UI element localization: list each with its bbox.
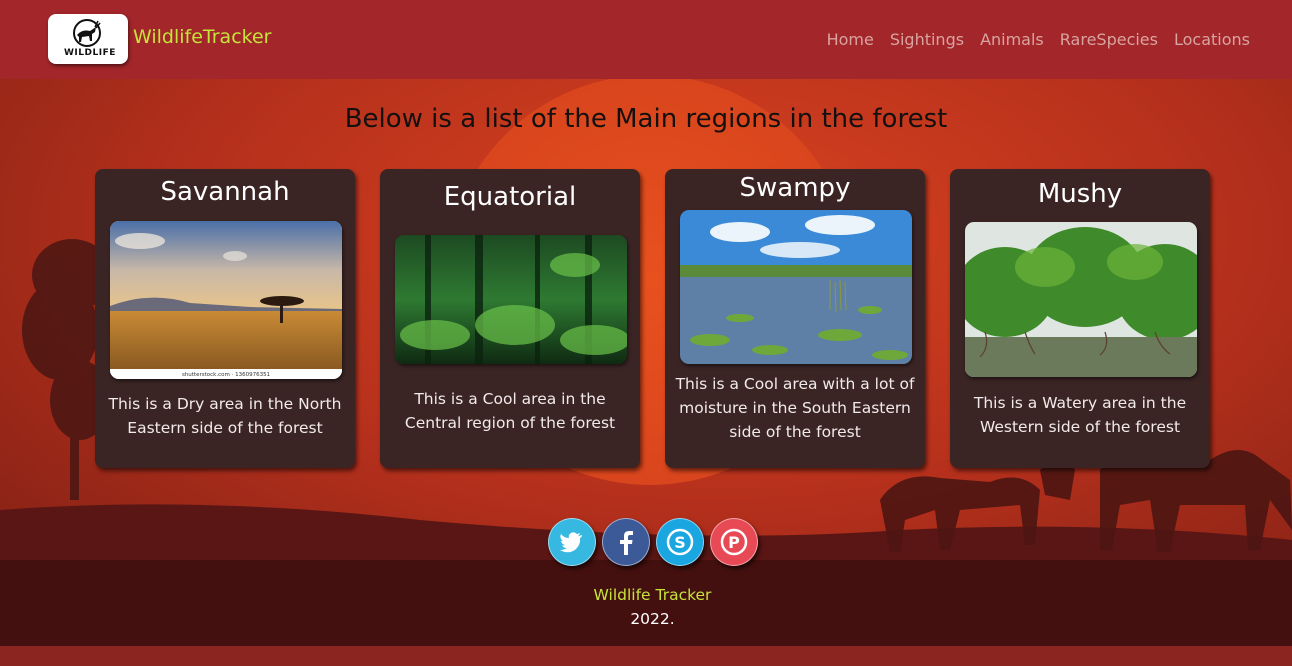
- twitter-icon[interactable]: [548, 518, 596, 566]
- pinterest-icon[interactable]: P: [710, 518, 758, 566]
- region-card-savannah: Savannah shutterstock.com · 1360976351 T…: [95, 169, 355, 468]
- logo[interactable]: WILDLIFE: [48, 14, 128, 64]
- footer-name[interactable]: Wildlife Tracker: [0, 586, 1292, 604]
- nav-locations[interactable]: Locations: [1174, 30, 1250, 49]
- card-description: This is a Dry area in the North Eastern …: [108, 395, 342, 437]
- antelope-logo-icon: [73, 19, 101, 47]
- card-description: This is a Cool area with a lot of moistu…: [675, 375, 915, 441]
- card-description: This is a Cool area in the Central regio…: [404, 390, 616, 432]
- nav-sightings[interactable]: Sightings: [890, 30, 964, 49]
- card-title: Savannah: [160, 177, 290, 207]
- navbar: WILDLIFE WildlifeTracker Home Sightings …: [0, 0, 1292, 79]
- brand-name[interactable]: WildlifeTracker: [133, 26, 271, 48]
- region-card-swampy: Swampy This is a Cool area with a lot of: [665, 169, 925, 468]
- facebook-icon[interactable]: [602, 518, 650, 566]
- footer-year: 2022.: [630, 610, 675, 628]
- logo-text: WILDLIFE: [64, 48, 116, 58]
- nav-links: Home Sightings Animals RareSpecies Locat…: [827, 30, 1250, 49]
- nav-animals[interactable]: Animals: [980, 30, 1044, 49]
- svg-text:P: P: [728, 533, 740, 552]
- page-title: Below is a list of the Main regions in t…: [344, 104, 948, 134]
- savannah-image: shutterstock.com · 1360976351: [110, 221, 342, 379]
- skype-icon[interactable]: S: [656, 518, 704, 566]
- region-card-mushy: Mushy This is a Watery area in the Weste…: [950, 169, 1210, 468]
- image-caption: shutterstock.com · 1360976351: [182, 372, 270, 378]
- region-card-equatorial: Equatorial This is a Cool area in the Ce…: [380, 169, 640, 468]
- swampy-image: [680, 210, 912, 364]
- card-title: Mushy: [1037, 179, 1123, 209]
- svg-text:S: S: [674, 533, 686, 552]
- mushy-image: [965, 222, 1197, 377]
- card-description: This is a Watery area in the Western sid…: [973, 394, 1187, 436]
- social-links: S P: [548, 518, 758, 566]
- nav-rarespecies[interactable]: RareSpecies: [1060, 30, 1158, 49]
- equatorial-image: [395, 235, 627, 364]
- card-title: Equatorial: [443, 182, 577, 212]
- card-title: Swampy: [739, 173, 851, 203]
- nav-home[interactable]: Home: [827, 30, 874, 49]
